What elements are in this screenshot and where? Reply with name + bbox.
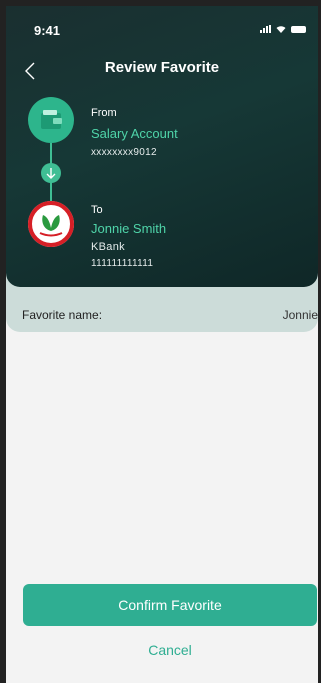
to-account-number: 111111111111 xyxy=(91,258,154,269)
cancel-button[interactable]: Cancel xyxy=(23,635,317,665)
confirm-favorite-button[interactable]: Confirm Favorite xyxy=(23,584,317,626)
to-recipient-name: Jonnie Smith xyxy=(91,221,167,236)
status-time: 9:41 xyxy=(34,23,61,38)
to-bank-name: KBank xyxy=(91,241,125,253)
phone-screen: 9:41 Review Favorite From Salary Account… xyxy=(6,6,318,683)
from-account-number: xxxxxxxx9012 xyxy=(91,147,157,158)
wallet-icon xyxy=(28,97,74,143)
status-icons xyxy=(260,25,306,33)
battery-icon xyxy=(291,25,306,33)
page-title: Review Favorite xyxy=(104,59,220,76)
arrow-down-icon xyxy=(41,163,61,183)
signal-icon xyxy=(260,25,271,33)
from-label: From xyxy=(91,107,117,119)
review-header: 9:41 Review Favorite From Salary Account… xyxy=(6,6,318,287)
kbank-logo-icon xyxy=(28,201,74,247)
to-label: To xyxy=(91,204,103,216)
wifi-icon xyxy=(276,26,286,33)
from-account-name: Salary Account xyxy=(91,126,178,141)
favorite-name-label: Favorite name: xyxy=(22,308,103,322)
favorite-name-value[interactable]: Jonnie xyxy=(283,308,318,322)
